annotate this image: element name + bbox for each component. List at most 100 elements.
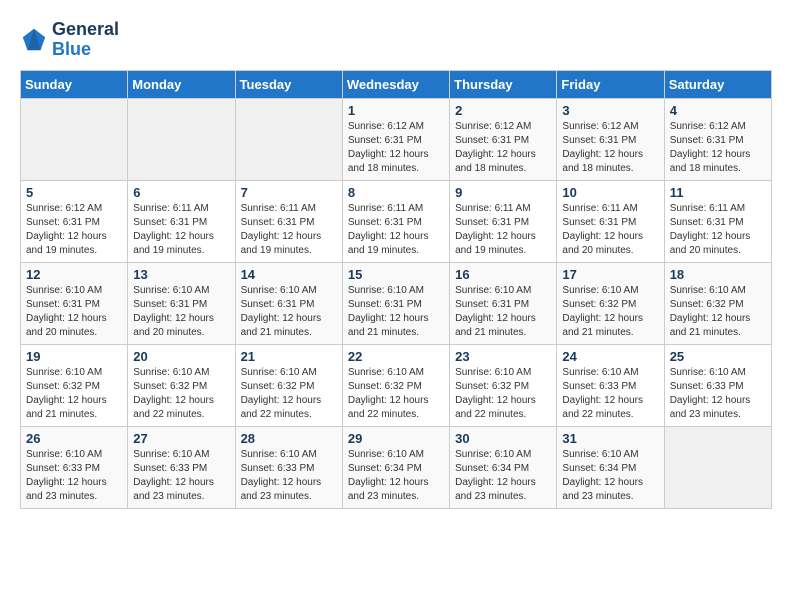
calendar-cell: 19 Sunrise: 6:10 AM Sunset: 6:32 PM Dayli… bbox=[21, 344, 128, 426]
day-info: Sunrise: 6:10 AM Sunset: 6:33 PM Dayligh… bbox=[26, 448, 122, 504]
day-number: 30 bbox=[455, 431, 551, 446]
day-number: 1 bbox=[348, 103, 444, 118]
calendar-cell: 16 Sunrise: 6:10 AM Sunset: 6:31 PM Dayli… bbox=[450, 262, 557, 344]
day-info: Sunrise: 6:12 AM Sunset: 6:31 PM Dayligh… bbox=[455, 120, 551, 176]
day-number: 16 bbox=[455, 267, 551, 282]
day-number: 14 bbox=[241, 267, 337, 282]
day-number: 3 bbox=[562, 103, 658, 118]
calendar-cell: 11Sunrise: 6:11 AM Sunset: 6:31 PM Dayli… bbox=[664, 180, 771, 262]
day-number: 27 bbox=[133, 431, 229, 446]
day-info: Sunrise: 6:11 AM Sunset: 6:31 PM Dayligh… bbox=[133, 202, 229, 258]
logo-text: General Blue bbox=[52, 20, 119, 60]
day-info: Sunrise: 6:10 AM Sunset: 6:31 PM Dayligh… bbox=[241, 284, 337, 340]
logo: General Blue bbox=[20, 20, 119, 60]
day-info: Sunrise: 6:10 AM Sunset: 6:33 PM Dayligh… bbox=[133, 448, 229, 504]
calendar-cell: 29Sunrise: 6:10 AM Sunset: 6:34 PM Dayli… bbox=[342, 426, 449, 508]
calendar-cell: 28 Sunrise: 6:10 AM Sunset: 6:33 PM Dayli… bbox=[235, 426, 342, 508]
calendar-cell: 18 Sunrise: 6:10 AM Sunset: 6:32 PM Dayli… bbox=[664, 262, 771, 344]
day-number: 4 bbox=[670, 103, 766, 118]
page-header: General Blue bbox=[20, 20, 772, 60]
calendar-cell: 27 Sunrise: 6:10 AM Sunset: 6:33 PM Dayli… bbox=[128, 426, 235, 508]
day-info: Sunrise: 6:12 AM Sunset: 6:31 PM Dayligh… bbox=[670, 120, 766, 176]
day-number: 6 bbox=[133, 185, 229, 200]
day-info: Sunrise: 6:12 AM Sunset: 6:31 PM Dayligh… bbox=[348, 120, 444, 176]
day-info: Sunrise: 6:10 AM Sunset: 6:32 PM Dayligh… bbox=[133, 366, 229, 422]
calendar-cell: 25 Sunrise: 6:10 AM Sunset: 6:33 PM Dayli… bbox=[664, 344, 771, 426]
calendar-cell: 9Sunrise: 6:11 AM Sunset: 6:31 PM Daylig… bbox=[450, 180, 557, 262]
calendar-cell: 24 Sunrise: 6:10 AM Sunset: 6:33 PM Dayli… bbox=[557, 344, 664, 426]
calendar-cell: 10 Sunrise: 6:11 AM Sunset: 6:31 PM Dayli… bbox=[557, 180, 664, 262]
weekday-header-saturday: Saturday bbox=[664, 70, 771, 98]
calendar-cell: 15 Sunrise: 6:10 AM Sunset: 6:31 PM Dayli… bbox=[342, 262, 449, 344]
day-number: 9 bbox=[455, 185, 551, 200]
day-info: Sunrise: 6:10 AM Sunset: 6:33 PM Dayligh… bbox=[670, 366, 766, 422]
calendar-cell: 13 Sunrise: 6:10 AM Sunset: 6:31 PM Dayli… bbox=[128, 262, 235, 344]
day-number: 15 bbox=[348, 267, 444, 282]
day-number: 24 bbox=[562, 349, 658, 364]
day-info: Sunrise: 6:10 AM Sunset: 6:31 PM Dayligh… bbox=[133, 284, 229, 340]
day-number: 17 bbox=[562, 267, 658, 282]
calendar-cell: 1 Sunrise: 6:12 AM Sunset: 6:31 PM Daylig… bbox=[342, 98, 449, 180]
day-number: 20 bbox=[133, 349, 229, 364]
day-number: 26 bbox=[26, 431, 122, 446]
day-info: Sunrise: 6:10 AM Sunset: 6:31 PM Dayligh… bbox=[348, 284, 444, 340]
day-number: 18 bbox=[670, 267, 766, 282]
calendar-cell: 30 Sunrise: 6:10 AM Sunset: 6:34 PM Dayli… bbox=[450, 426, 557, 508]
day-number: 8 bbox=[348, 185, 444, 200]
day-number: 7 bbox=[241, 185, 337, 200]
weekday-header-friday: Friday bbox=[557, 70, 664, 98]
day-info: Sunrise: 6:11 AM Sunset: 6:31 PM Dayligh… bbox=[670, 202, 766, 258]
day-info: Sunrise: 6:11 AM Sunset: 6:31 PM Dayligh… bbox=[241, 202, 337, 258]
day-number: 25 bbox=[670, 349, 766, 364]
calendar-cell bbox=[21, 98, 128, 180]
day-number: 28 bbox=[241, 431, 337, 446]
day-info: Sunrise: 6:10 AM Sunset: 6:34 PM Dayligh… bbox=[455, 448, 551, 504]
calendar-cell: 26 Sunrise: 6:10 AM Sunset: 6:33 PM Dayli… bbox=[21, 426, 128, 508]
day-info: Sunrise: 6:10 AM Sunset: 6:33 PM Dayligh… bbox=[562, 366, 658, 422]
logo-icon bbox=[20, 26, 48, 54]
day-number: 10 bbox=[562, 185, 658, 200]
calendar-cell: 31 Sunrise: 6:10 AM Sunset: 6:34 PM Dayli… bbox=[557, 426, 664, 508]
day-info: Sunrise: 6:10 AM Sunset: 6:32 PM Dayligh… bbox=[348, 366, 444, 422]
day-info: Sunrise: 6:10 AM Sunset: 6:31 PM Dayligh… bbox=[26, 284, 122, 340]
day-number: 2 bbox=[455, 103, 551, 118]
day-info: Sunrise: 6:10 AM Sunset: 6:32 PM Dayligh… bbox=[670, 284, 766, 340]
day-info: Sunrise: 6:10 AM Sunset: 6:32 PM Dayligh… bbox=[562, 284, 658, 340]
day-info: Sunrise: 6:11 AM Sunset: 6:31 PM Dayligh… bbox=[348, 202, 444, 258]
day-number: 19 bbox=[26, 349, 122, 364]
day-number: 5 bbox=[26, 185, 122, 200]
day-info: Sunrise: 6:10 AM Sunset: 6:33 PM Dayligh… bbox=[241, 448, 337, 504]
day-info: Sunrise: 6:10 AM Sunset: 6:34 PM Dayligh… bbox=[562, 448, 658, 504]
calendar-cell: 21Sunrise: 6:10 AM Sunset: 6:32 PM Dayli… bbox=[235, 344, 342, 426]
calendar-cell: 5 Sunrise: 6:12 AM Sunset: 6:31 PM Daylig… bbox=[21, 180, 128, 262]
day-info: Sunrise: 6:10 AM Sunset: 6:32 PM Dayligh… bbox=[26, 366, 122, 422]
calendar-cell: 4 Sunrise: 6:12 AM Sunset: 6:31 PM Daylig… bbox=[664, 98, 771, 180]
calendar-cell: 8 Sunrise: 6:11 AM Sunset: 6:31 PM Daylig… bbox=[342, 180, 449, 262]
day-number: 23 bbox=[455, 349, 551, 364]
day-number: 29 bbox=[348, 431, 444, 446]
calendar-cell: 12 Sunrise: 6:10 AM Sunset: 6:31 PM Dayli… bbox=[21, 262, 128, 344]
calendar-cell bbox=[664, 426, 771, 508]
day-info: Sunrise: 6:12 AM Sunset: 6:31 PM Dayligh… bbox=[562, 120, 658, 176]
weekday-header-sunday: Sunday bbox=[21, 70, 128, 98]
weekday-header-monday: Monday bbox=[128, 70, 235, 98]
day-info: Sunrise: 6:10 AM Sunset: 6:31 PM Dayligh… bbox=[455, 284, 551, 340]
weekday-header-wednesday: Wednesday bbox=[342, 70, 449, 98]
calendar-cell: 3 Sunrise: 6:12 AM Sunset: 6:31 PM Daylig… bbox=[557, 98, 664, 180]
calendar-cell bbox=[128, 98, 235, 180]
calendar-cell: 6 Sunrise: 6:11 AM Sunset: 6:31 PM Daylig… bbox=[128, 180, 235, 262]
calendar-cell: 17 Sunrise: 6:10 AM Sunset: 6:32 PM Dayli… bbox=[557, 262, 664, 344]
day-info: Sunrise: 6:12 AM Sunset: 6:31 PM Dayligh… bbox=[26, 202, 122, 258]
day-info: Sunrise: 6:10 AM Sunset: 6:32 PM Dayligh… bbox=[241, 366, 337, 422]
calendar-cell bbox=[235, 98, 342, 180]
day-number: 31 bbox=[562, 431, 658, 446]
day-number: 22 bbox=[348, 349, 444, 364]
calendar-cell: 22 Sunrise: 6:10 AM Sunset: 6:32 PM Dayli… bbox=[342, 344, 449, 426]
day-info: Sunrise: 6:11 AM Sunset: 6:31 PM Dayligh… bbox=[562, 202, 658, 258]
day-number: 13 bbox=[133, 267, 229, 282]
calendar-table: SundayMondayTuesdayWednesdayThursdayFrid… bbox=[20, 70, 772, 509]
day-number: 12 bbox=[26, 267, 122, 282]
calendar-cell: 7 Sunrise: 6:11 AM Sunset: 6:31 PM Daylig… bbox=[235, 180, 342, 262]
calendar-cell: 23Sunrise: 6:10 AM Sunset: 6:32 PM Dayli… bbox=[450, 344, 557, 426]
weekday-header-tuesday: Tuesday bbox=[235, 70, 342, 98]
